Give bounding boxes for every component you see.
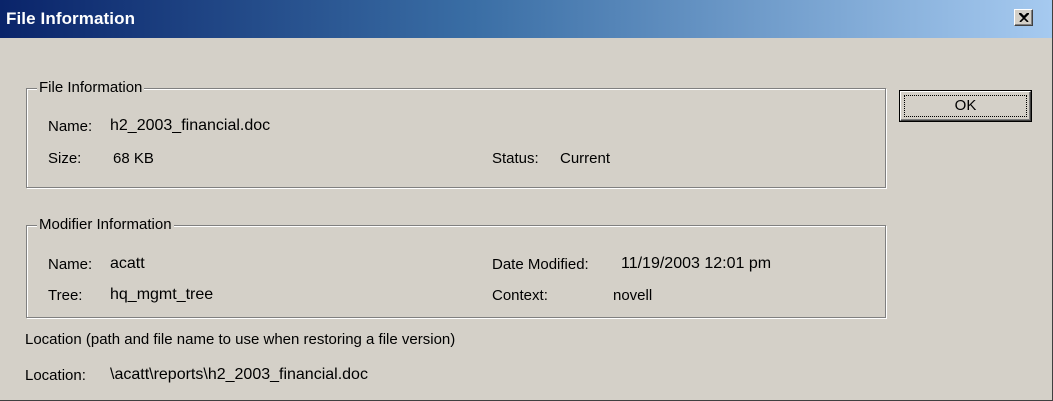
- date-modified-value: 11/19/2003 12:01 pm: [621, 255, 772, 272]
- file-status-label: Status:: [492, 150, 539, 167]
- location-description: Location (path and file name to use when…: [25, 331, 456, 348]
- location-value: \acatt\reports\h2_2003_financial.doc: [110, 366, 368, 383]
- file-status-value: Current: [560, 150, 611, 167]
- location-label: Location:: [25, 367, 86, 384]
- close-button[interactable]: [1014, 9, 1033, 26]
- file-information-group-label: File Information: [37, 79, 145, 97]
- context-value: novell: [613, 287, 653, 304]
- modifier-tree-value: hq_mgmt_tree: [110, 286, 214, 303]
- context-label: Context:: [492, 287, 548, 304]
- file-size-label: Size:: [48, 150, 82, 167]
- file-size-value: 68 KB: [113, 150, 154, 167]
- ok-button[interactable]: OK: [899, 90, 1032, 122]
- date-modified-label: Date Modified:: [492, 256, 589, 273]
- file-name-value: h2_2003_financial.doc: [110, 117, 271, 134]
- file-information-group: File Information: [26, 79, 886, 188]
- modifier-tree-label: Tree:: [48, 287, 83, 304]
- file-information-dialog: File Information File Information Name: …: [0, 0, 1053, 401]
- modifier-name-label: Name:: [48, 256, 93, 273]
- title-bar[interactable]: File Information: [0, 0, 1052, 38]
- close-icon: [1019, 13, 1029, 22]
- modifier-name-value: acatt: [110, 255, 145, 272]
- window-title: File Information: [6, 9, 136, 28]
- ok-button-label: OK: [954, 97, 977, 114]
- modifier-information-group-label: Modifier Information: [37, 216, 174, 234]
- file-name-label: Name:: [48, 118, 93, 135]
